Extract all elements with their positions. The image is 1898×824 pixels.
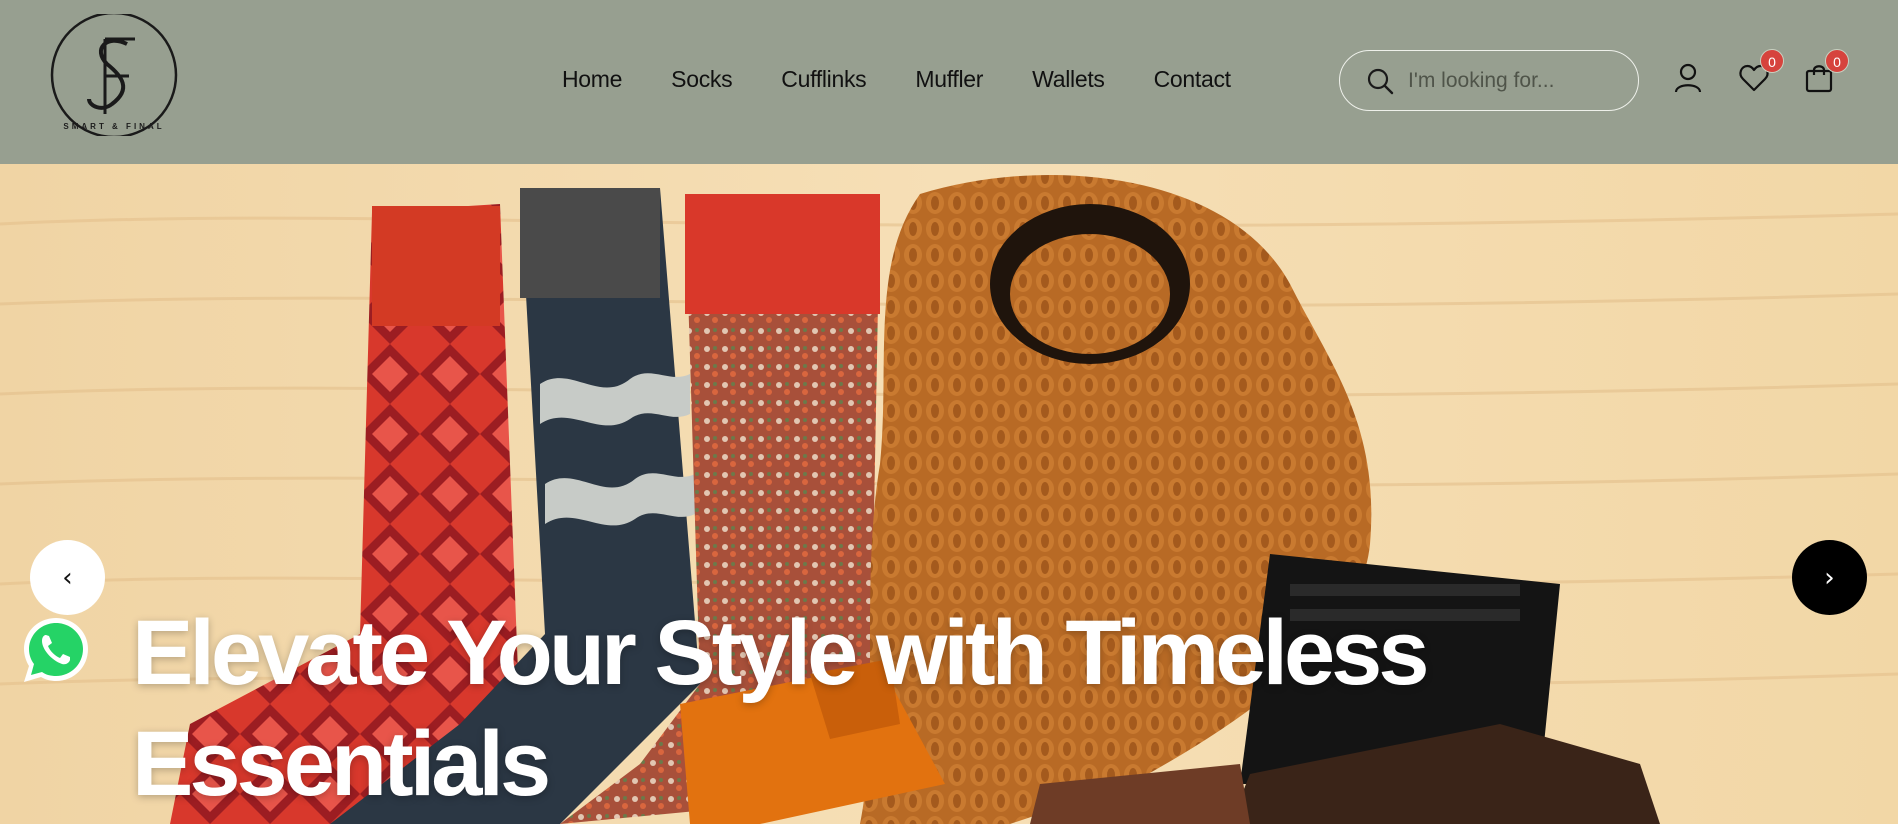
wishlist-button[interactable]: 0 bbox=[1738, 49, 1784, 94]
account-button[interactable] bbox=[1672, 62, 1704, 94]
wishlist-count-badge: 0 bbox=[1760, 49, 1784, 73]
site-header: SMART & FINAL Home Socks Cufflinks Muffl… bbox=[0, 0, 1898, 164]
whatsapp-chat-button[interactable] bbox=[20, 614, 92, 686]
logo-monogram-icon bbox=[50, 14, 178, 136]
nav-cufflinks[interactable]: Cufflinks bbox=[781, 64, 866, 94]
nav-muffler[interactable]: Muffler bbox=[915, 64, 983, 94]
chevron-right-icon: › bbox=[1824, 562, 1835, 593]
hero-headline: Elevate Your Style with Timeless Essenti… bbox=[132, 602, 1430, 815]
cart-count-badge: 0 bbox=[1825, 49, 1849, 73]
main-navigation: Home Socks Cufflinks Muffler Wallets Con… bbox=[562, 64, 1280, 94]
search-input[interactable] bbox=[1408, 68, 1608, 93]
hero-slider: Elevate Your Style with Timeless Essenti… bbox=[0, 164, 1898, 824]
slider-prev-button[interactable]: ‹ bbox=[30, 540, 105, 615]
brand-logo[interactable] bbox=[47, 14, 181, 136]
cart-button[interactable]: 0 bbox=[1803, 49, 1849, 94]
search-icon bbox=[1367, 68, 1394, 94]
brand-tagline: SMART & FINAL bbox=[63, 122, 165, 131]
nav-home[interactable]: Home bbox=[562, 64, 622, 94]
chevron-left-icon: ‹ bbox=[62, 562, 73, 593]
user-icon bbox=[1674, 63, 1702, 93]
search-box[interactable] bbox=[1339, 50, 1639, 111]
slider-next-button[interactable]: › bbox=[1792, 540, 1867, 615]
nav-contact[interactable]: Contact bbox=[1154, 64, 1231, 94]
whatsapp-icon bbox=[24, 618, 88, 682]
nav-socks[interactable]: Socks bbox=[671, 64, 732, 94]
nav-wallets[interactable]: Wallets bbox=[1032, 64, 1105, 94]
